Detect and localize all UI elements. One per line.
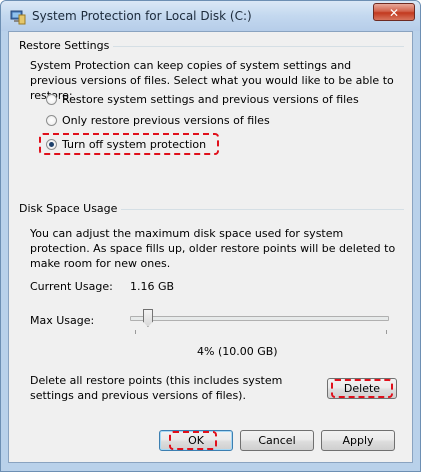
option-restore-files-only[interactable]: Only restore previous versions of files	[46, 112, 270, 128]
radio-button[interactable]	[46, 93, 57, 105]
option-label: Restore system settings and previous ver…	[62, 92, 359, 106]
restore-settings-title: Restore Settings	[19, 39, 114, 52]
cancel-button[interactable]: Cancel	[240, 430, 314, 451]
max-usage-slider-track[interactable]	[130, 316, 389, 321]
slider-tick	[135, 330, 136, 334]
current-usage-label: Current Usage:	[30, 280, 113, 293]
max-usage-label: Max Usage:	[30, 314, 95, 327]
max-usage-value: 4% (10.00 GB)	[197, 345, 278, 358]
close-button[interactable]: ✕	[373, 3, 415, 21]
radio-button[interactable]	[46, 114, 57, 126]
disk-space-separator	[107, 209, 404, 210]
dialog-body: Restore Settings System Protection can k…	[8, 31, 413, 463]
option-restore-system-and-files[interactable]: Restore system settings and previous ver…	[46, 91, 359, 107]
option-label: Only restore previous versions of files	[62, 113, 270, 127]
system-protection-window: System Protection for Local Disk (C:) ✕ …	[0, 0, 421, 472]
slider-tick	[386, 330, 387, 334]
highlight-turn-off-protection	[39, 133, 219, 155]
window-title: System Protection for Local Disk (C:)	[32, 9, 252, 23]
highlight-ok-button	[169, 431, 217, 450]
apply-button[interactable]: Apply	[321, 430, 395, 451]
max-usage-slider-thumb[interactable]	[142, 309, 153, 327]
title-bar[interactable]: System Protection for Local Disk (C:) ✕	[1, 1, 420, 31]
restore-settings-separator	[104, 46, 404, 47]
disk-space-description: You can adjust the maximum disk space us…	[30, 227, 396, 270]
current-usage-value: 1.16 GB	[130, 280, 175, 293]
disk-space-title: Disk Space Usage	[19, 202, 122, 215]
highlight-delete-button	[331, 379, 393, 398]
computer-icon	[10, 10, 26, 25]
delete-description: Delete all restore points (this includes…	[30, 374, 283, 402]
